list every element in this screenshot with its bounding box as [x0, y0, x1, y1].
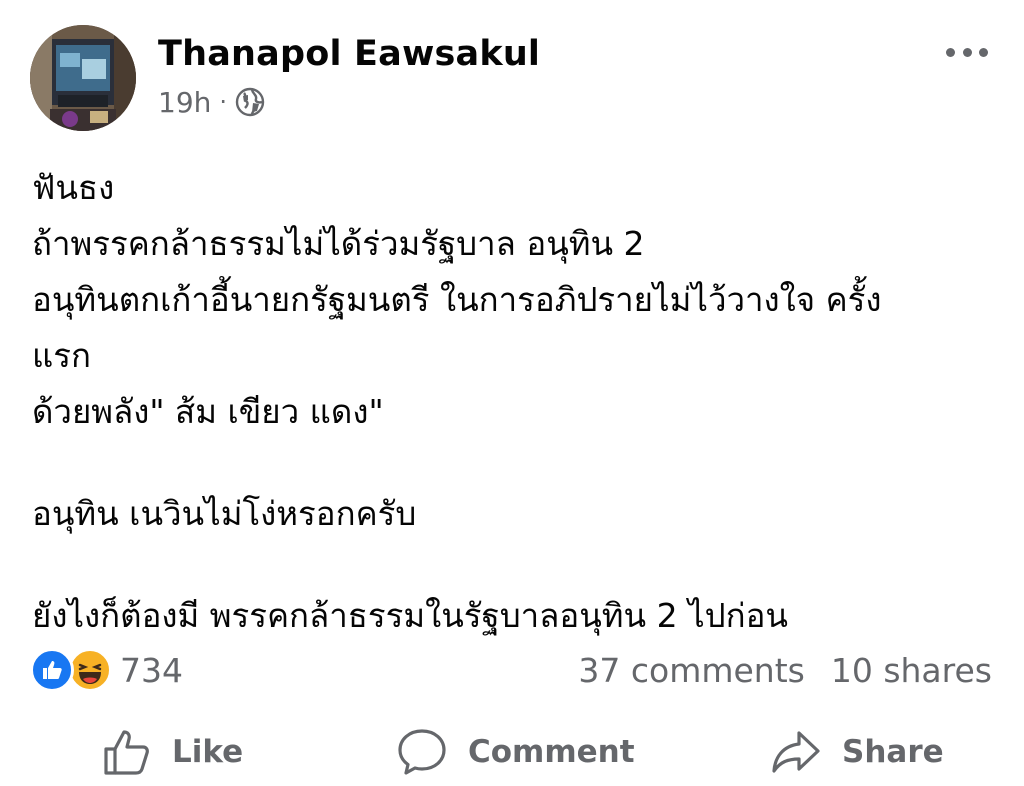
reaction-icons — [30, 648, 116, 692]
post-body: ฟันธง ถ้าพรรคกล้าธรรมไม่ได้ร่วมรัฐบาล อน… — [32, 160, 1002, 644]
post-line: ถ้าพรรคกล้าธรรมไม่ได้ร่วมรัฐบาล อนุทิน 2 — [32, 224, 645, 263]
post-line: แรก — [32, 336, 91, 375]
comment-button-label: Comment — [468, 734, 635, 770]
post-line: อนุทินตกเก้าอี้นายกรัฐมนตรี ในการอภิปราย… — [32, 280, 882, 319]
share-button[interactable]: Share — [770, 722, 944, 782]
post-meta: 19h · — [158, 84, 265, 120]
like-button[interactable]: Like — [102, 722, 243, 782]
more-dot — [946, 47, 955, 57]
engagement-stats: 37 comments 10 shares — [578, 648, 992, 692]
shares-count[interactable]: 10 shares — [831, 651, 992, 690]
post-line: อนุทิน เนวินไม่โง่หรอกครับ — [32, 494, 417, 533]
post-line: ยังไงก็ต้องมี พรรคกล้าธรรมในรัฐบาลอนุทิน… — [32, 596, 788, 635]
more-options-icon[interactable] — [946, 38, 988, 66]
meta-separator: · — [219, 88, 228, 116]
author-avatar[interactable] — [30, 25, 136, 131]
post-blank-line — [32, 542, 1002, 588]
share-arrow-icon — [772, 731, 820, 773]
comment-bubble-icon — [398, 729, 446, 775]
laughing-face-icon — [78, 663, 102, 684]
comment-button[interactable]: Comment — [396, 722, 635, 782]
reaction-summary[interactable]: 734 — [30, 648, 183, 692]
author-name[interactable]: Thanapol Eawsakul — [158, 34, 540, 74]
like-reaction-icon — [30, 648, 74, 692]
post-blank-line — [32, 440, 1002, 486]
share-button-label: Share — [842, 734, 944, 770]
reaction-count: 734 — [120, 650, 183, 690]
comments-count[interactable]: 37 comments — [578, 651, 804, 690]
haha-reaction-icon — [68, 648, 112, 692]
thumbs-up-icon — [104, 730, 149, 775]
post-timestamp[interactable]: 19h — [158, 86, 211, 119]
thumbs-up-icon — [43, 661, 62, 679]
avatar-photo — [30, 25, 136, 131]
post-action-bar: Like Comment Share — [0, 722, 1024, 782]
globe-icon[interactable] — [235, 87, 265, 117]
more-dot — [962, 47, 972, 57]
post-line: ฟันธง — [32, 168, 115, 207]
more-dot — [979, 47, 988, 57]
post-line: ด้วยพลัง" ส้ม เขียว แดง" — [32, 392, 384, 431]
like-button-label: Like — [172, 734, 244, 770]
